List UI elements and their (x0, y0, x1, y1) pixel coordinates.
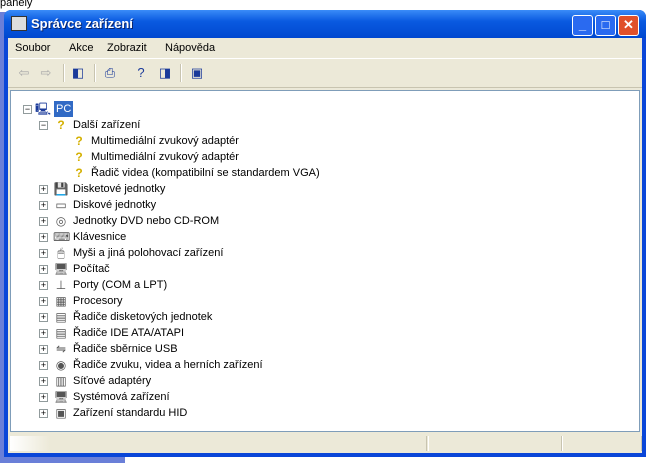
tree-category[interactable]: Síťové adaptéry (73, 373, 151, 389)
device-category-icon: ⊥ (55, 278, 67, 292)
expand-icon[interactable]: + (39, 265, 48, 274)
computer-icon: 🖳 (35, 102, 52, 116)
back-icon[interactable]: ⇦ (16, 65, 32, 80)
forward-icon[interactable]: ⇨ (38, 65, 54, 80)
menu-bar: Soubor Akce Zobrazit Nápověda (8, 38, 642, 58)
expand-icon[interactable]: + (39, 313, 48, 322)
collapse-icon[interactable]: − (39, 121, 48, 130)
background-text: panely (0, 0, 33, 9)
computer-icon (11, 16, 27, 31)
toolbar: ⇦ ⇨ ◧ ⎙? ◨ ▣ (8, 58, 642, 88)
status-bar (8, 434, 642, 453)
action-pane-icon[interactable]: ◨ (157, 65, 173, 80)
expand-icon[interactable]: + (39, 361, 48, 370)
tree-device[interactable]: Multimediální zvukový adaptér (91, 149, 239, 165)
tree-category[interactable]: Klávesnice (73, 229, 126, 245)
tree-device[interactable]: Multimediální zvukový adaptér (91, 133, 239, 149)
tree-category[interactable]: Řadiče sběrnice USB (73, 341, 178, 357)
expand-icon[interactable]: + (39, 297, 48, 306)
menu-zobrazit[interactable]: Zobrazit (107, 42, 147, 54)
show-hide-tree-icon[interactable]: ◧ (70, 65, 86, 80)
tree-category[interactable]: Systémová zařízení (73, 389, 170, 405)
tree-category[interactable]: Disketové jednotky (73, 181, 165, 197)
unknown-device-icon: ? (57, 118, 65, 132)
scan-hardware-icon[interactable]: ▣ (189, 65, 205, 80)
tree-category[interactable]: Řadiče zvuku, videa a herních zařízení (73, 357, 263, 373)
tree-device[interactable]: Řadič videa (kompatibilní se standardem … (91, 165, 320, 181)
device-category-icon: ▥ (55, 374, 67, 388)
device-category-icon: ▣ (55, 406, 67, 420)
status-pane-3 (562, 436, 642, 451)
collapse-icon[interactable]: − (23, 105, 32, 114)
tree-category[interactable]: Myši a jiná polohovací zařízení (73, 245, 223, 261)
device-category-icon: ▭ (55, 198, 67, 212)
device-category-icon: ◉ (55, 358, 67, 372)
expand-icon[interactable]: + (39, 393, 48, 402)
unknown-device-icon: ? (75, 134, 83, 148)
close-button[interactable]: ✕ (618, 15, 639, 36)
maximize-button[interactable]: □ (595, 15, 616, 36)
expand-icon[interactable]: + (39, 185, 48, 194)
device-category-icon: 🖥 (53, 390, 69, 404)
properties-help-icon[interactable]: ? (133, 65, 149, 80)
tree-category[interactable]: Řadiče IDE ATA/ATAPI (73, 325, 184, 341)
unknown-device-icon: ? (75, 166, 83, 180)
window-title: Správce zařízení (31, 16, 133, 31)
client-area: Soubor Akce Zobrazit Nápověda ⇦ ⇨ ◧ ⎙? ◨ ▣ − 🖳… (8, 38, 642, 453)
expand-icon[interactable]: + (39, 201, 48, 210)
device-category-icon: 💾 (53, 182, 69, 196)
menu-napoveda[interactable]: Nápověda (165, 42, 215, 54)
tree-category[interactable]: Zařízení standardu HID (73, 405, 187, 421)
toolbar-separator (180, 64, 182, 82)
title-bar[interactable]: Správce zařízení _ □ ✕ (4, 10, 646, 38)
expand-icon[interactable]: + (39, 409, 48, 418)
minimize-button[interactable]: _ (572, 15, 593, 36)
menu-soubor[interactable]: Soubor (15, 42, 50, 54)
device-category-icon: 🖥 (53, 262, 69, 276)
tree-category[interactable]: Jednotky DVD nebo CD-ROM (73, 213, 219, 229)
device-category-icon: ▤ (55, 326, 67, 340)
expand-icon[interactable]: + (39, 329, 48, 338)
expand-icon[interactable]: + (39, 377, 48, 386)
device-category-icon: ▤ (55, 310, 67, 324)
device-tree: − 🖳 PC −? Další zařízení? Multimediální zvuko… (10, 90, 640, 432)
device-manager-window: Správce zařízení _ □ ✕ Soubor Akce Zobra… (4, 10, 646, 457)
expand-icon[interactable]: + (39, 281, 48, 290)
tree-category[interactable]: Procesory (73, 293, 123, 309)
toolbar-separator (63, 64, 65, 82)
device-category-icon: 🖱 (57, 246, 65, 260)
tree-category[interactable]: Počítač (73, 261, 110, 277)
tree-category[interactable]: Diskové jednotky (73, 197, 156, 213)
device-category-icon: ▦ (55, 294, 67, 308)
expand-icon[interactable]: + (39, 217, 48, 226)
device-category-icon: ◎ (55, 214, 67, 228)
tree-root-pc[interactable]: PC (54, 101, 74, 117)
expand-icon[interactable]: + (39, 249, 48, 258)
tree-category[interactable]: Řadiče disketových jednotek (73, 309, 212, 325)
unknown-device-icon: ? (75, 150, 83, 164)
status-pane-2 (428, 436, 562, 451)
device-category-icon: ⇋ (55, 342, 67, 356)
tree-category-other[interactable]: Další zařízení (73, 117, 140, 133)
status-pane-main (10, 436, 427, 451)
toolbar-separator (94, 64, 96, 82)
print-icon[interactable]: ⎙ (102, 65, 118, 80)
tree-category[interactable]: Porty (COM a LPT) (73, 277, 167, 293)
menu-akce[interactable]: Akce (69, 42, 93, 54)
device-category-icon: ⌨ (53, 230, 71, 244)
expand-icon[interactable]: + (39, 345, 48, 354)
expand-icon[interactable]: + (39, 233, 48, 242)
